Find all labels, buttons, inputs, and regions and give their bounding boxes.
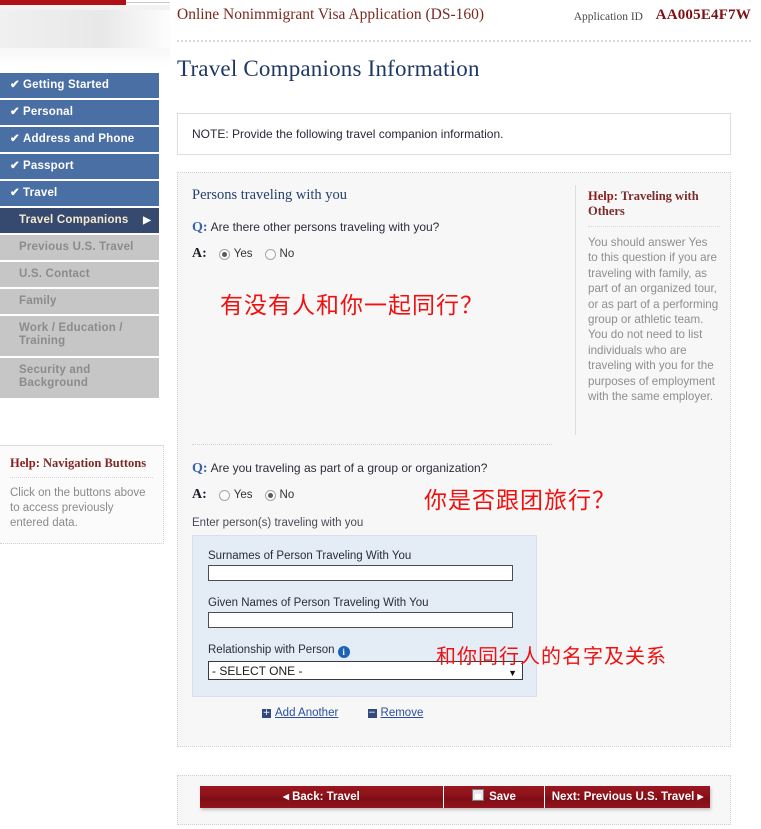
answer-marker: A: [192,487,207,502]
next-button[interactable]: Next: Previous U.S. Travel ▸ [545,786,710,808]
sidebar-help-panel: Help: Navigation Buttons Click on the bu… [0,445,164,544]
save-button[interactable]: Save [444,786,545,808]
sidebar-item-label: Family [19,295,57,307]
add-another-link[interactable]: + Add Another [262,707,338,719]
radio-q1-yes-label: Yes [233,248,253,260]
given-names-input[interactable] [208,612,513,628]
sidebar-item-family[interactable]: Family [0,289,159,314]
question-marker: Q: [192,220,208,235]
sidebar-item-personal[interactable]: ✔ Personal [0,100,159,125]
sidebar-item-security-and-background[interactable]: Security and Background [0,358,159,398]
question-1-text: Are there other persons traveling with y… [210,220,440,234]
surname-input[interactable] [208,565,513,581]
annotation-question-2: 你是否跟团旅行？ [424,488,616,514]
form-panel: Persons traveling with you Q: Are there o… [177,172,731,747]
page-title: Travel Companions Information [177,56,480,81]
question-2: Q: Are you traveling as part of a group o… [192,461,692,477]
save-icon [472,789,485,801]
chevron-right-icon: ▶ [143,215,151,226]
enter-persons-label: Enter person(s) traveling with you [192,517,364,529]
sidebar-item-label: Previous U.S. Travel [19,241,134,253]
radio-q2-yes-label: Yes [233,489,253,501]
radio-q2-no-label: No [279,489,295,501]
relationship-label-text: Relationship with Person [208,644,335,656]
add-another-label: Add Another [275,707,339,719]
info-icon[interactable]: i [337,646,350,658]
help-panel: Help: Traveling with Others You should a… [575,185,730,435]
relationship-select-value: - SELECT ONE - [212,664,303,678]
sidebar-item-work-education-training[interactable]: Work / Education / Training [0,316,159,356]
sidebar-item-address-and-phone[interactable]: ✔ Address and Phone [0,127,159,152]
annotation-fields: 和你同行人的名字及关系 [436,644,667,668]
sidebar-help-body: Click on the buttons above to access pre… [10,487,146,529]
question-1: Q: Are there other persons traveling with… [192,220,568,236]
section-heading: Persons traveling with you [192,187,348,203]
surname-label: Surnames of Person Traveling With You [208,550,412,562]
answer-marker: A: [192,246,207,261]
sidebar-item-travel-companions[interactable]: Travel Companions ▶ [0,208,159,233]
radio-icon [264,248,276,260]
radio-q1-no[interactable]: No [264,248,295,260]
radio-icon [218,489,230,501]
row-actions: + Add Another − Remove [262,707,692,719]
sidebar-item-getting-started[interactable]: ✔ Getting Started [0,73,159,98]
remove-link[interactable]: − Remove [367,707,424,719]
companion-fieldset: Surnames of Person Traveling With You Gi… [192,535,537,697]
application-id-label: Application ID [573,11,643,23]
question-divider [192,444,552,445]
main-content: Online Nonimmigrant Visa Application (DS… [170,0,761,829]
check-icon: ✔ [10,106,20,118]
radio-icon [218,248,230,260]
sidebar-nav: ✔ Getting Started ✔ Personal ✔ Address and … [0,73,159,400]
radio-q1-yes[interactable]: Yes [218,248,253,260]
sidebar-item-label: Personal [23,106,74,118]
question-2-text: Are you traveling as part of a group or … [210,461,488,475]
sidebar-logo-area [0,10,170,48]
sidebar-item-label: Getting Started [23,79,110,91]
sidebar-item-travel[interactable]: ✔ Travel [0,181,159,206]
help-panel-body: You should answer Yes to this question i… [588,236,719,404]
back-button[interactable]: ◂ Back: Travel [200,786,444,808]
radio-icon [264,489,276,501]
sidebar-help-title-rest: Navigation Buttons [39,456,147,470]
answer-1: A: Yes No [192,246,568,262]
sidebar-item-label: Travel Companions [19,214,129,226]
sidebar: ✔ Getting Started ✔ Personal ✔ Address and … [0,5,170,829]
plus-icon: + [262,708,271,718]
check-icon: ✔ [10,160,20,172]
remove-label: Remove [380,707,424,719]
app-header: Online Nonimmigrant Visa Application (DS… [177,0,751,42]
sidebar-item-label: U.S. Contact [19,268,90,280]
sidebar-item-label: Work / Education / Training [19,322,123,347]
button-row: ◂ Back: Travel Save Next: Previous U.S. … [200,786,710,808]
radio-q2-yes[interactable]: Yes [218,489,253,501]
sidebar-item-label: Security and Background [19,364,91,389]
sidebar-help-title: Help: Navigation Buttons [10,456,153,478]
form-panel-left: Persons traveling with you Q: Are there o… [178,173,568,319]
check-icon: ✔ [10,133,20,145]
sidebar-item-previous-us-travel[interactable]: Previous U.S. Travel [0,235,159,260]
check-icon: ✔ [10,187,20,199]
annotation-question-1: 有没有人和你一起同行？ [220,293,484,319]
sidebar-item-label: Address and Phone [23,133,135,145]
help-panel-title-prefix: Help: [588,189,618,203]
sidebar-help-title-prefix: Help: [10,456,40,470]
button-bar: ◂ Back: Travel Save Next: Previous U.S. … [177,775,731,825]
sidebar-item-label: Travel [23,187,58,199]
check-icon: ✔ [10,79,20,91]
sidebar-item-label: Passport [23,160,74,172]
sidebar-item-us-contact[interactable]: U.S. Contact [0,262,159,287]
question-marker: Q: [192,461,208,476]
application-id-value: AA005E4F7W [655,7,751,23]
sidebar-item-passport[interactable]: ✔ Passport [0,154,159,179]
save-button-label: Save [489,791,516,803]
radio-q2-no[interactable]: No [264,489,295,501]
app-title: Online Nonimmigrant Visa Application (DS… [177,6,485,23]
help-panel-title: Help: Traveling with Others [588,189,720,227]
given-names-label: Given Names of Person Traveling With You [208,597,429,609]
note-box: NOTE: Provide the following travel compa… [177,113,731,155]
radio-q1-no-label: No [279,248,295,260]
minus-icon: − [367,708,377,718]
